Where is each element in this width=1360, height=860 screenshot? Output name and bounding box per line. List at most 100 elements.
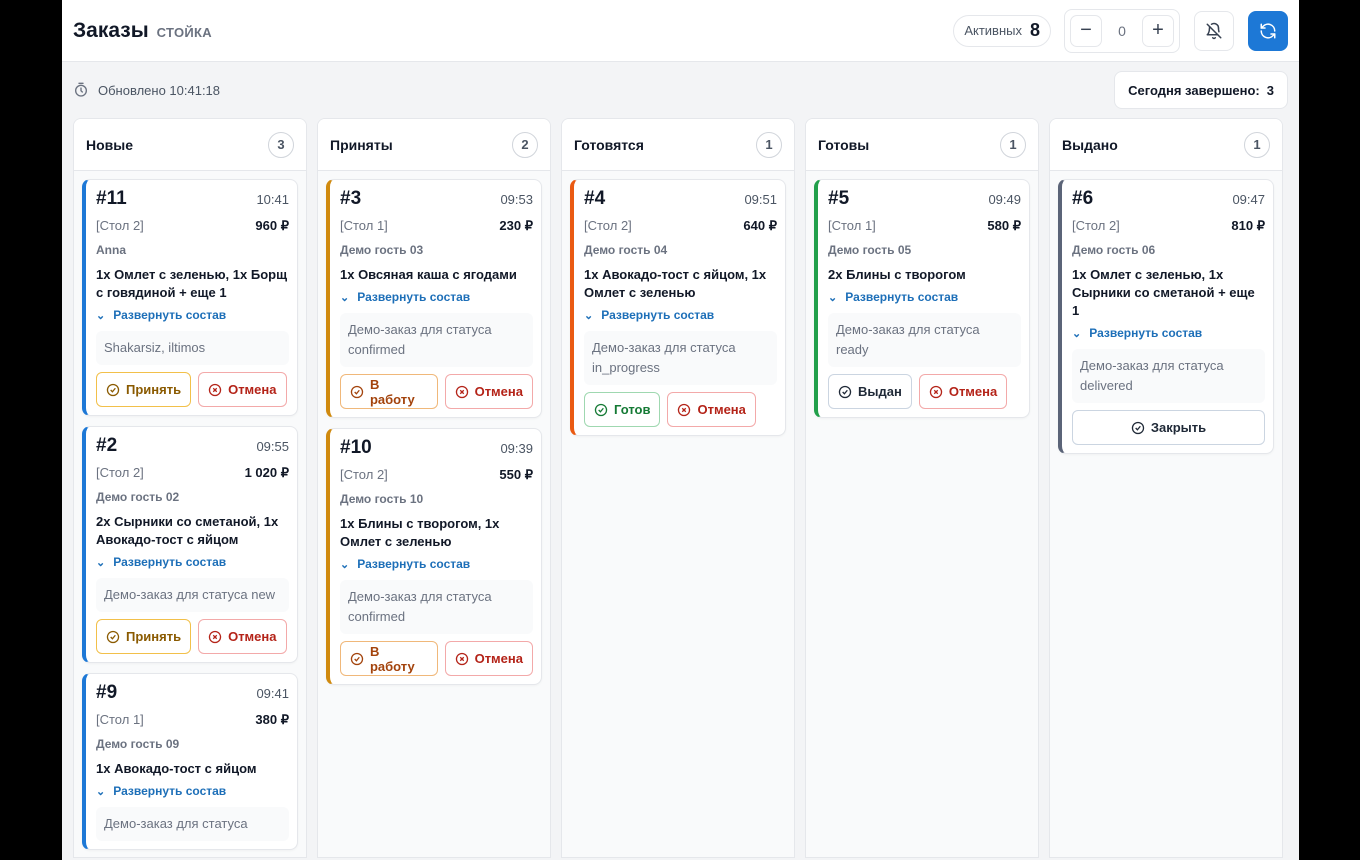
column-title: Готовятся [574, 136, 644, 153]
order-table: [Стол 1] [828, 218, 876, 233]
check-circle-icon [106, 630, 120, 643]
expand-items-link[interactable]: ⌄ Развернуть состав [96, 308, 289, 322]
start-work-label: В работу [369, 376, 415, 407]
x-circle-icon [929, 385, 943, 398]
order-price: 580 ₽ [987, 218, 1021, 233]
order-number: #3 [340, 188, 362, 209]
mute-notifications-button[interactable] [1194, 10, 1234, 51]
x-circle-icon [455, 385, 468, 398]
start-work-button[interactable]: В работу [340, 374, 438, 409]
order-table: [Стол 1] [340, 218, 388, 233]
expand-items-link[interactable]: ⌄ Развернуть состав [828, 290, 1021, 304]
x-circle-icon [208, 630, 222, 643]
order-note: Демо-заказ для статуса new [96, 578, 289, 612]
kanban-board: Новые 3 #11 10:41 [Стол 2] 960 ₽ Anna 1x О… [62, 118, 1299, 858]
order-card[interactable]: #2 09:55 [Стол 2] 1 020 ₽ Демо гость 02 2x… [82, 426, 298, 663]
expand-items-link[interactable]: ⌄ Развернуть состав [96, 555, 289, 569]
stepper-value[interactable]: 0 [1107, 23, 1137, 39]
updated-indicator: Обновлено 10:41:18 [73, 82, 220, 98]
expand-items-link[interactable]: ⌄ Развернуть состав [340, 557, 533, 571]
order-card[interactable]: #11 10:41 [Стол 2] 960 ₽ Anna 1x Омлет с з… [82, 179, 298, 416]
expand-items-link[interactable]: ⌄ Развернуть состав [584, 308, 777, 322]
order-price: 230 ₽ [499, 218, 533, 233]
expand-items-link[interactable]: ⌄ Развернуть состав [1072, 326, 1265, 340]
check-circle-icon [1131, 421, 1145, 434]
active-orders-label: Активных [964, 23, 1022, 38]
order-price: 1 020 ₽ [244, 465, 289, 480]
order-card[interactable]: #10 09:39 [Стол 2] 550 ₽ Демо гость 10 1x … [326, 428, 542, 685]
order-card[interactable]: #6 09:47 [Стол 2] 810 ₽ Демо гость 06 1x О… [1058, 179, 1274, 454]
order-card[interactable]: #4 09:51 [Стол 2] 640 ₽ Демо гость 04 1x А… [570, 179, 786, 436]
column-in-progress: Готовятся 1 #4 09:51 [Стол 2] 640 ₽ Демо г… [561, 118, 795, 858]
order-card[interactable]: #5 09:49 [Стол 1] 580 ₽ Демо гость 05 2x Б… [814, 179, 1030, 418]
ready-button-label: Готов [614, 402, 651, 417]
order-time: 09:41 [256, 686, 289, 701]
active-orders-count: 8 [1029, 20, 1040, 40]
expand-items-label: Развернуть состав [357, 290, 471, 304]
column-delivered: Выдано 1 #6 09:47 [Стол 2] 810 ₽ Демо гост… [1049, 118, 1283, 858]
order-table: [Стол 2] [96, 218, 144, 233]
completed-today-label: Сегодня завершено: [1128, 82, 1260, 98]
column-title: Выдано [1062, 136, 1118, 153]
top-bar: Заказы СТОЙКА Активных 8 − 0 + [62, 0, 1299, 62]
cancel-button[interactable]: Отмена [444, 641, 533, 676]
order-items: 1x Авокадо-тост с яйцом, 1x Омлет с зеле… [584, 267, 767, 300]
order-number: #4 [584, 188, 606, 209]
order-table: [Стол 2] [584, 218, 632, 233]
order-card[interactable]: #9 09:41 [Стол 1] 380 ₽ Демо гость 09 1x А… [82, 673, 298, 850]
stepper-plus-button[interactable]: + [1142, 14, 1174, 47]
order-number: #5 [828, 188, 850, 209]
close-order-button[interactable]: Закрыть [1072, 410, 1265, 445]
column-title: Приняты [330, 136, 393, 153]
expand-items-label: Развернуть состав [601, 308, 715, 322]
order-table: [Стол 2] [96, 465, 144, 480]
order-time: 09:39 [500, 441, 533, 456]
chevron-down-icon: ⌄ [828, 291, 838, 304]
expand-items-label: Развернуть состав [113, 555, 227, 569]
cancel-button[interactable]: Отмена [198, 619, 287, 654]
orders-app: Заказы СТОЙКА Активных 8 − 0 + Обновлено… [62, 0, 1299, 860]
order-time: 09:51 [744, 192, 777, 207]
order-guest: Anna [96, 243, 126, 257]
issued-button[interactable]: Выдан [828, 374, 912, 409]
chevron-down-icon: ⌄ [584, 309, 594, 322]
completed-today: Сегодня завершено: 3 [1114, 71, 1288, 109]
order-note: Демо-заказ для статуса in_progress [584, 331, 777, 385]
column-count-badge: 2 [512, 131, 538, 158]
chevron-down-icon: ⌄ [1072, 327, 1082, 340]
order-time: 09:53 [500, 192, 533, 207]
cancel-button[interactable]: Отмена [918, 374, 1008, 409]
accept-button[interactable]: Принять [96, 372, 192, 407]
refresh-button[interactable] [1248, 10, 1288, 51]
start-work-button[interactable]: В работу [340, 641, 438, 676]
ready-button[interactable]: Готов [584, 392, 661, 427]
check-circle-icon [350, 652, 364, 665]
order-card[interactable]: #3 09:53 [Стол 1] 230 ₽ Демо гость 03 1x О… [326, 179, 542, 418]
chevron-down-icon: ⌄ [96, 309, 106, 322]
order-guest: Демо гость 05 [828, 243, 912, 257]
expand-items-label: Развернуть состав [1089, 326, 1203, 340]
x-circle-icon [208, 383, 222, 396]
order-guest: Демо гость 04 [584, 243, 668, 257]
cancel-button[interactable]: Отмена [667, 392, 756, 427]
column-header: Выдано 1 [1050, 119, 1282, 171]
accept-button[interactable]: Принять [96, 619, 192, 654]
expand-items-link[interactable]: ⌄ Развернуть состав [96, 784, 289, 798]
cancel-button[interactable]: Отмена [444, 374, 533, 409]
order-time: 10:41 [256, 192, 289, 207]
refresh-icon [1260, 22, 1276, 39]
order-table: [Стол 2] [340, 467, 388, 482]
column-header: Готовы 1 [806, 119, 1038, 171]
expand-items-link[interactable]: ⌄ Развернуть состав [340, 290, 533, 304]
column-title: Готовы [818, 136, 870, 153]
expand-items-label: Развернуть состав [845, 290, 959, 304]
check-circle-icon [350, 385, 364, 398]
order-items: 2x Блины с творогом [828, 267, 966, 282]
order-note: Демо-заказ для статуса confirmed [340, 313, 533, 367]
order-table: [Стол 1] [96, 712, 144, 727]
cancel-button-label: Отмена [948, 384, 998, 399]
stepper-minus-button[interactable]: − [1070, 14, 1102, 47]
x-circle-icon [455, 652, 468, 665]
cancel-button[interactable]: Отмена [198, 372, 287, 407]
order-items: 1x Омлет с зеленью, 1x Борщ с говядиной … [96, 267, 288, 300]
